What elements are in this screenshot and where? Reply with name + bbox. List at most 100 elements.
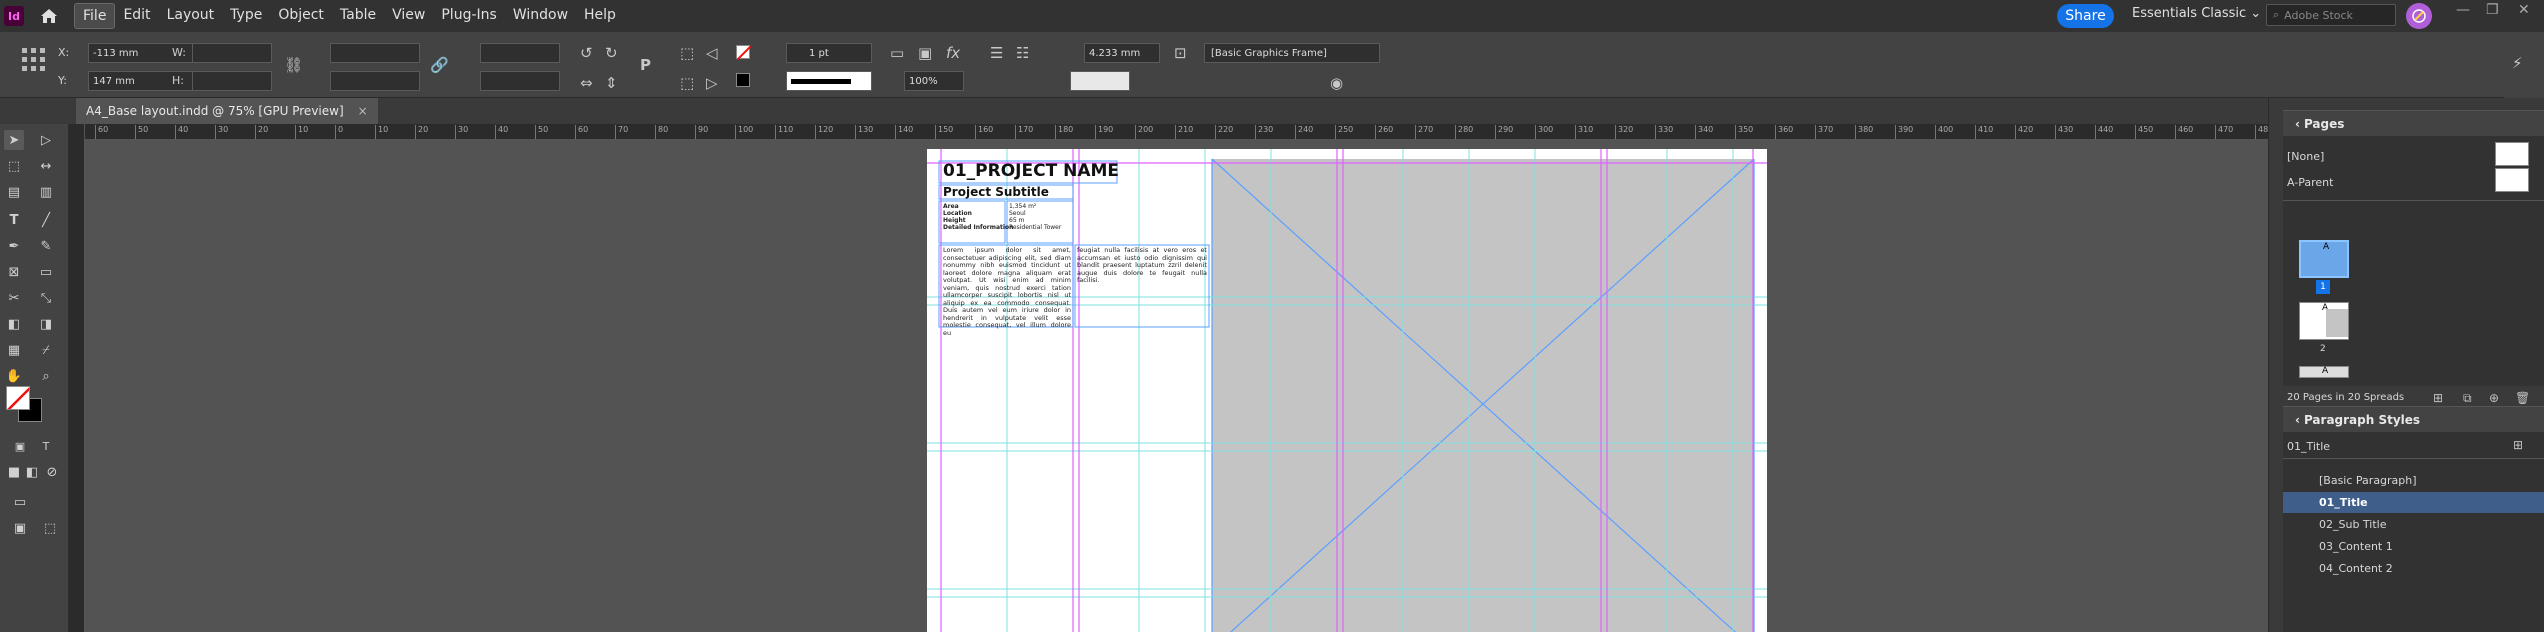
width-field[interactable] bbox=[192, 43, 272, 63]
new-page-icon[interactable]: ⊕ bbox=[2489, 391, 2499, 405]
document-tab[interactable]: A4_Base layout.indd @ 75% [GPU Preview] … bbox=[76, 98, 378, 124]
minimize-icon[interactable]: — bbox=[2456, 2, 2470, 18]
a-parent-thumb[interactable] bbox=[2495, 168, 2529, 192]
gradient-feather-tool-icon[interactable]: ◨ bbox=[36, 314, 56, 334]
apply-color-icon[interactable]: ■ bbox=[4, 462, 24, 482]
eyedropper-tool-icon[interactable]: ⌿ bbox=[36, 340, 56, 360]
fill-color-box[interactable] bbox=[6, 386, 30, 410]
text-wrap-bbox-icon[interactable]: ▣ bbox=[918, 44, 932, 62]
content-placer-icon[interactable]: ▥ bbox=[36, 182, 56, 202]
select-previous-icon[interactable]: ◁ bbox=[706, 44, 718, 62]
info-labels[interactable]: Area Location Height Detailed Informatio… bbox=[943, 203, 1013, 231]
none-parent-thumb[interactable] bbox=[2495, 142, 2529, 166]
fx-icon[interactable]: fx bbox=[946, 44, 960, 62]
formatting-text-icon[interactable]: T bbox=[36, 436, 56, 456]
page-tool-icon[interactable]: ⬚ bbox=[4, 156, 24, 176]
direction-p-icon[interactable]: P bbox=[640, 56, 651, 74]
a-parent-label[interactable]: A-Parent bbox=[2287, 176, 2333, 189]
duplicate-icon[interactable]: ⧉ bbox=[2463, 391, 2472, 406]
flip-vertical-icon[interactable]: ⇕ bbox=[605, 74, 618, 92]
menu-type[interactable]: Type bbox=[222, 3, 270, 29]
close-window-icon[interactable]: ✕ bbox=[2518, 2, 2530, 18]
page-title[interactable]: 01_PROJECT NAME bbox=[943, 161, 1119, 181]
rotation-field[interactable] bbox=[480, 43, 560, 63]
frame-mode-icon[interactable]: ⬚ bbox=[40, 518, 60, 538]
style-item-04-content-2[interactable]: 04_Content 2 bbox=[2283, 558, 2544, 579]
style-item-basic-paragraph[interactable]: [Basic Paragraph] bbox=[2283, 470, 2544, 491]
vertical-ruler[interactable] bbox=[69, 124, 85, 632]
shear-field[interactable] bbox=[480, 71, 560, 91]
content-collector-icon[interactable]: ▤ bbox=[4, 182, 24, 202]
document-page[interactable]: 01_PROJECT NAME Project Subtitle Area Lo… bbox=[927, 149, 1767, 632]
pages-panel-header[interactable]: ‹ Pages bbox=[2283, 110, 2544, 136]
camera-icon[interactable]: ◉ bbox=[1330, 74, 1343, 92]
rectangle-frame-tool-icon[interactable]: ⊠ bbox=[4, 262, 24, 282]
pen-tool-icon[interactable]: ✒ bbox=[4, 236, 24, 256]
rotate-cw-icon[interactable]: ↻ bbox=[605, 44, 618, 62]
menu-window[interactable]: Window bbox=[505, 3, 576, 29]
delete-page-icon[interactable]: 🗑 bbox=[2515, 391, 2530, 405]
page-subtitle[interactable]: Project Subtitle bbox=[943, 185, 1049, 199]
close-tab-icon[interactable]: × bbox=[358, 104, 368, 118]
height-field[interactable] bbox=[192, 71, 272, 91]
frame-fitting-icon[interactable]: ⊡ bbox=[1174, 44, 1187, 62]
menu-plug-ins[interactable]: Plug-Ins bbox=[433, 3, 504, 29]
user-avatar[interactable] bbox=[2406, 3, 2432, 29]
column-width-field[interactable] bbox=[1070, 71, 1130, 91]
object-style-select[interactable]: [Basic Graphics Frame] bbox=[1204, 43, 1380, 63]
free-transform-tool-icon[interactable]: ⤡ bbox=[36, 288, 56, 308]
select-container-icon[interactable]: ⬚ bbox=[680, 44, 694, 62]
select-next-icon[interactable]: ▷ bbox=[706, 74, 718, 92]
maximize-icon[interactable]: ❐ bbox=[2486, 2, 2499, 18]
edit-page-size-icon[interactable]: ⊞ bbox=[2433, 391, 2443, 405]
stroke-swatch[interactable] bbox=[736, 73, 750, 87]
menu-table[interactable]: Table bbox=[332, 3, 384, 29]
gap-tool-icon[interactable]: ↔ bbox=[36, 156, 56, 176]
new-style-icon[interactable]: ⊞ bbox=[2513, 438, 2523, 452]
page-3-thumb[interactable]: A bbox=[2299, 366, 2349, 378]
share-button[interactable]: Share bbox=[2057, 4, 2114, 28]
lightning-icon[interactable]: ⚡ bbox=[2512, 54, 2523, 72]
style-item-02-sub-title[interactable]: 02_Sub Title bbox=[2283, 514, 2544, 535]
preview-mode-icon[interactable]: ▣ bbox=[10, 518, 30, 538]
line-tool-icon[interactable]: ╱ bbox=[36, 210, 56, 230]
body-text-column-2[interactable]: feugiat nulla facilisis at vero eros et … bbox=[1077, 246, 1207, 285]
style-item-01-title[interactable]: 01_Title bbox=[2283, 492, 2544, 513]
gradient-tool-icon[interactable]: ◧ bbox=[4, 314, 24, 334]
rectangle-tool-icon[interactable]: ▭ bbox=[36, 262, 56, 282]
opacity-field[interactable]: 100% bbox=[904, 71, 964, 91]
selection-tool-icon[interactable]: ➤ bbox=[4, 130, 24, 150]
body-text-column-1[interactable]: Lorem ipsum dolor sit amet, consectetuer… bbox=[943, 246, 1071, 337]
fill-stroke-swatches[interactable] bbox=[6, 386, 42, 422]
pasteboard[interactable]: 01_PROJECT NAME Project Subtitle Area Lo… bbox=[86, 141, 2268, 632]
align-left-icon[interactable]: ☰ bbox=[990, 44, 1003, 62]
menu-view[interactable]: View bbox=[384, 3, 433, 29]
formatting-container-icon[interactable]: ▣ bbox=[10, 436, 30, 456]
flip-horizontal-icon[interactable]: ⇔ bbox=[580, 74, 593, 92]
menu-layout[interactable]: Layout bbox=[159, 3, 223, 29]
home-icon[interactable] bbox=[36, 3, 62, 29]
fill-swatch[interactable] bbox=[736, 45, 752, 61]
apply-gradient-icon[interactable]: ◧ bbox=[22, 462, 42, 482]
stroke-type-select[interactable] bbox=[786, 71, 872, 91]
scissors-tool-icon[interactable]: ✂ bbox=[4, 288, 24, 308]
hand-tool-icon[interactable]: ✋ bbox=[4, 366, 24, 386]
stroke-weight-field[interactable]: 1 pt bbox=[786, 43, 872, 63]
reference-point-icon[interactable] bbox=[20, 46, 48, 78]
screen-mode-icon[interactable]: ▭ bbox=[10, 492, 30, 512]
menu-object[interactable]: Object bbox=[270, 3, 332, 29]
menu-file[interactable]: File bbox=[74, 3, 116, 29]
text-wrap-none-icon[interactable]: ▭ bbox=[890, 44, 904, 62]
apply-none-icon[interactable]: ⊘ bbox=[42, 462, 62, 482]
align-center-icon[interactable]: ☷ bbox=[1016, 44, 1029, 62]
zoom-tool-icon[interactable]: ⌕ bbox=[36, 366, 56, 386]
menu-edit[interactable]: Edit bbox=[115, 3, 158, 29]
adobe-stock-search[interactable]: ⌕ Adobe Stock bbox=[2266, 4, 2396, 26]
menu-help[interactable]: Help bbox=[576, 3, 624, 29]
info-values[interactable]: 1,354 m² Seoul 65 m Residential Tower bbox=[1009, 203, 1061, 231]
select-content-icon[interactable]: ⬚ bbox=[680, 74, 694, 92]
scale-x-field[interactable] bbox=[330, 43, 420, 63]
horizontal-ruler[interactable]: 60 50 40 30 20 10 0 10 20 30 40 50 60 70 80 90 100 110 120… bbox=[85, 124, 2268, 140]
constrain-proportions-icon[interactable]: ⛓ bbox=[284, 56, 303, 74]
page-2-thumb[interactable]: A bbox=[2299, 302, 2349, 340]
